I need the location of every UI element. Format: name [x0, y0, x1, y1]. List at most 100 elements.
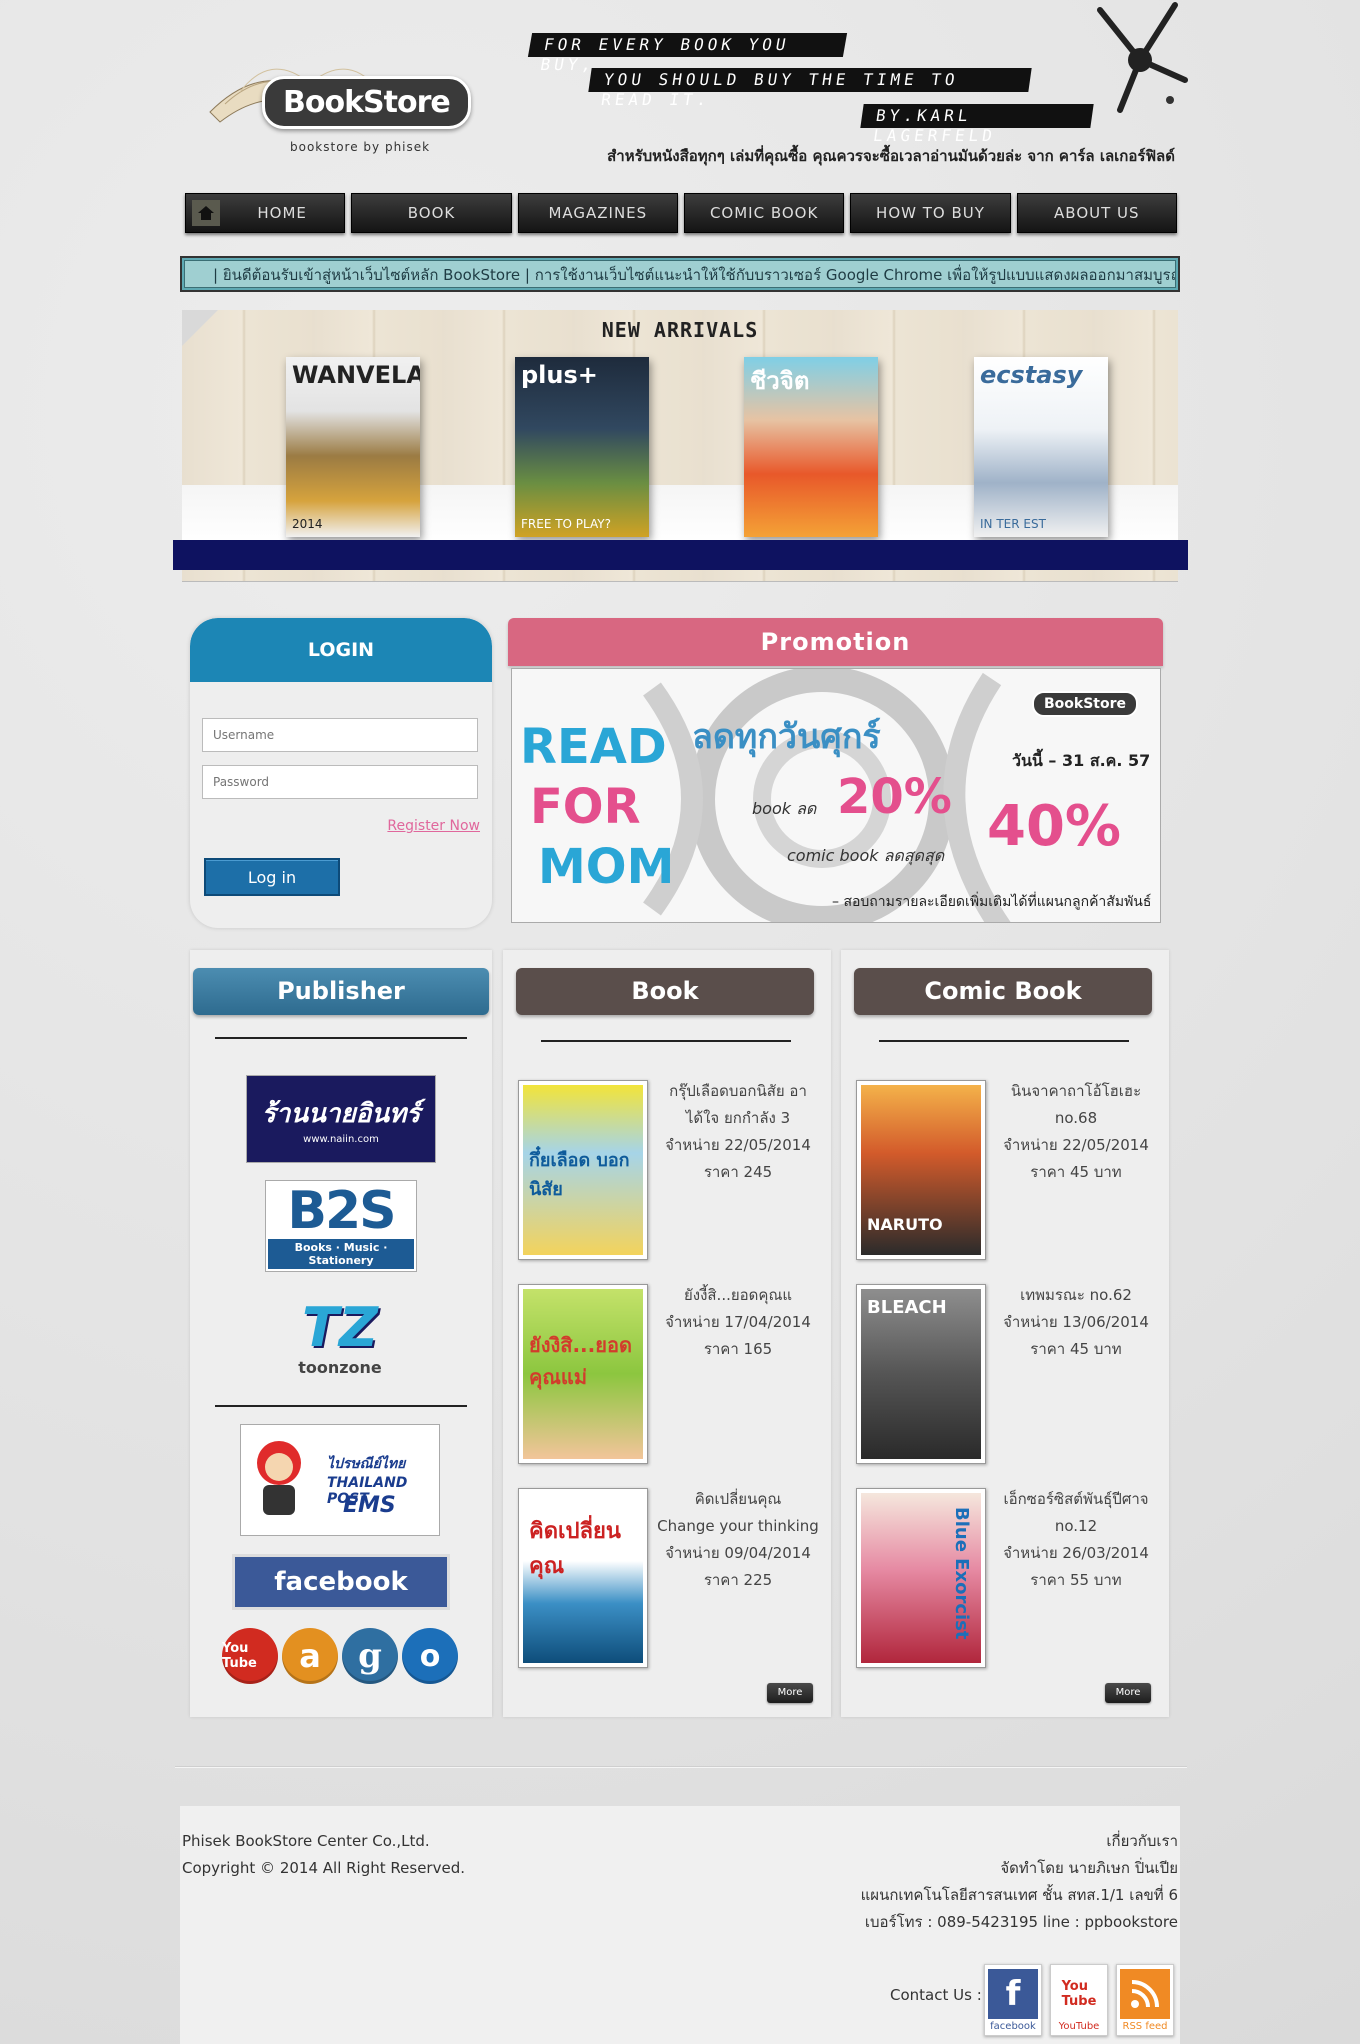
footer: Phisek BookStore Center Co.,Ltd. Copyrig… [180, 1806, 1180, 2044]
book-info: คิดเปลี่ยนคุณ Change your thinking จำหน่… [653, 1486, 823, 1594]
promotion-title: Promotion [508, 618, 1163, 666]
quote-line-1: FOR EVERY BOOK YOU BUY, [527, 33, 848, 74]
ems-mascot-icon [257, 1441, 301, 1515]
home-icon [192, 200, 220, 226]
book-line: ราคา 245 [703, 1163, 773, 1181]
contact-label: Contact Us : [890, 1986, 982, 2004]
main-nav: HOME BOOK MAGAZINES COMIC BOOK HOW TO BU… [185, 193, 1177, 233]
thailand-post-ems-logo[interactable]: ไปรษณีย์ไทย THAILAND POST EMS [240, 1424, 440, 1536]
comic-cover[interactable]: BLEACH [856, 1284, 986, 1464]
nav-how-to-buy[interactable]: HOW TO BUY [850, 193, 1011, 233]
comic-cover-image: BLEACH [861, 1289, 981, 1459]
magazine-cover[interactable]: ชีวจิต [744, 357, 878, 537]
comic-cover-text: NARUTO [867, 1215, 943, 1234]
book-line: จำหน่าย 22/05/2014 [665, 1136, 811, 1154]
comic-line: no.68 [1054, 1109, 1098, 1127]
book-cover-image: ยังงิสิ...ยอดคุณแม่ [523, 1289, 643, 1459]
footer-company: Phisek BookStore Center Co.,Ltd. Copyrig… [182, 1828, 465, 1882]
comic-book-title: Comic Book [854, 968, 1152, 1015]
comic-line: จำหน่าย 13/06/2014 [1003, 1313, 1149, 1331]
welcome-text: | ยินดีต้อนรับเข้าสู่หน้าเว็บไซต์หลัก Bo… [184, 260, 1176, 288]
magazine-cover[interactable]: WANVELA 2014 [286, 357, 420, 537]
facebook-tile: f [988, 1969, 1038, 2019]
login-title: LOGIN [190, 618, 492, 682]
ems-text: EMS [343, 1493, 396, 1518]
publisher-title: Publisher [193, 968, 489, 1015]
welcome-marquee: | ยินดีต้อนรับเข้าสู่หน้าเว็บไซต์หลัก Bo… [180, 256, 1180, 292]
b2s-logo[interactable]: B2S Books · Music · Stationery [265, 1180, 417, 1272]
rss-icon[interactable]: RSS feed [1116, 1964, 1174, 2036]
comic-book-column: Comic Book NARUTO นินจาคาถาโอ้โฮเฮะ no.6… [841, 950, 1169, 1717]
facebook-icon[interactable]: f facebook [984, 1964, 1042, 2036]
book-line: กรุ๊ปเลือดบอกนิสัย อา [669, 1082, 807, 1100]
naiin-logo[interactable]: ร้านนายอินทร์ www.naiin.com [246, 1075, 436, 1163]
footer-divider [175, 1766, 1187, 1768]
promo-book-label: book ลด [752, 799, 817, 818]
footer-company-name: Phisek BookStore Center Co.,Ltd. [182, 1832, 430, 1850]
publisher-column: Publisher ร้านนายอินทร์ www.naiin.com B2… [190, 950, 492, 1717]
nav-magazines[interactable]: MAGAZINES [517, 193, 678, 233]
amazon-icon[interactable]: a [282, 1628, 338, 1684]
register-now-link[interactable]: Register Now [387, 818, 480, 834]
new-arrivals-title: NEW ARRIVALS [601, 318, 759, 342]
promo-headline: ลดทุกวันศุกร์ [692, 717, 881, 757]
book-cover-text: คิดเปลี่ยนคุณ [529, 1519, 621, 1579]
google-icon[interactable]: g [342, 1628, 398, 1684]
comic-line: ราคา 55 บาท [1030, 1571, 1122, 1589]
footer-about-link[interactable]: เกี่ยวกับเรา [861, 1828, 1178, 1855]
youtube-tile: You Tube [1054, 1969, 1104, 2019]
toonzone-logo-text: toonzone [298, 1358, 382, 1377]
divider [215, 1037, 467, 1039]
password-input[interactable] [202, 765, 478, 799]
comic-info: นินจาคาถาโอ้โฮเฮะ no.68 จำหน่าย 22/05/20… [991, 1078, 1161, 1186]
book-line: ยังงี้สิ...ยอดคุณแ [683, 1286, 793, 1304]
nav-home[interactable]: HOME [185, 193, 346, 233]
book-more-button[interactable]: More [767, 1683, 813, 1703]
nav-book[interactable]: BOOK [351, 193, 512, 233]
username-input[interactable] [202, 718, 478, 752]
book-cover-image: คิดเปลี่ยนคุณ [523, 1493, 643, 1663]
book-cover[interactable]: กึ๋ยเลือด บอกนิสัย [518, 1080, 648, 1260]
comic-cover[interactable]: NARUTO [856, 1080, 986, 1260]
magazine-subtitle: IN TER EST [980, 517, 1046, 531]
magazine-title: ชีวจิต [750, 367, 810, 395]
book-cover[interactable]: คิดเปลี่ยนคุณ [518, 1488, 648, 1668]
naiin-logo-text: ร้านนายอินทร์ [261, 1099, 421, 1129]
nav-about-us[interactable]: ABOUT US [1016, 193, 1177, 233]
comic-cover-text: BLEACH [867, 1297, 947, 1318]
site-logo[interactable]: BookStore bookstore by phisek [190, 30, 471, 160]
comic-line: จำหน่าย 22/05/2014 [1003, 1136, 1149, 1154]
book-info: กรุ๊ปเลือดบอกนิสัย อา ได้ใจ ยกกำลัง 3 จำ… [653, 1078, 823, 1186]
floral-swirl-decoration [643, 669, 1011, 922]
comic-line: ราคา 45 บาท [1030, 1163, 1122, 1181]
promo-book-discount: 20% [837, 769, 952, 825]
footer-phone: เบอร์โทร : 089-5423195 line : ppbookstor… [864, 1913, 1178, 1931]
promotion-banner[interactable]: READ FOR MOM ลดทุกวันศุกร์ BookStore วัน… [511, 668, 1161, 923]
book-column: Book กึ๋ยเลือด บอกนิสัย กรุ๊ปเลือดบอกนิส… [503, 950, 831, 1717]
nav-home-label: HOME [257, 204, 307, 222]
promo-date: วันนี้ – 31 ส.ค. 57 [1012, 751, 1151, 770]
quote-author: BY.KARL LAGERFELD [860, 104, 1094, 145]
magazine-cover[interactable]: plus+ FREE TO PLAY? [515, 357, 649, 537]
magazine-cover[interactable]: ecstasy IN TER EST [974, 357, 1108, 537]
facebook-banner[interactable]: facebook [232, 1554, 450, 1610]
comic-cover[interactable]: Blue Exorcist [856, 1488, 986, 1668]
facebook-caption: facebook [990, 2021, 1036, 2032]
logo-wordmark: BookStore [262, 76, 471, 129]
youtube-icon[interactable]: You Tube YouTube [1050, 1964, 1108, 2036]
ink-splash-decoration [1097, 2, 1188, 113]
youtube-icon[interactable]: You Tube [222, 1628, 278, 1684]
comic-line: ราคา 45 บาท [1030, 1340, 1122, 1358]
nav-comic-book[interactable]: COMIC BOOK [683, 193, 845, 233]
comic-cover-image: NARUTO [861, 1085, 981, 1255]
toonzone-logo[interactable]: TZ toonzone [270, 1290, 410, 1385]
promo-comic-label: comic book ลดสุดสุด [787, 846, 945, 865]
outlook-icon[interactable]: o [402, 1628, 458, 1684]
toonzone-logo-mark: TZ [302, 1296, 378, 1359]
login-button[interactable]: Log in [204, 858, 340, 896]
comic-more-button[interactable]: More [1105, 1683, 1151, 1703]
b2s-logo-bar: Books · Music · Stationery [268, 1239, 414, 1269]
book-cover[interactable]: ยังงิสิ...ยอดคุณแม่ [518, 1284, 648, 1464]
promo-word-for: FOR [530, 779, 641, 835]
book-cover-image: กึ๋ยเลือด บอกนิสัย [523, 1085, 643, 1255]
